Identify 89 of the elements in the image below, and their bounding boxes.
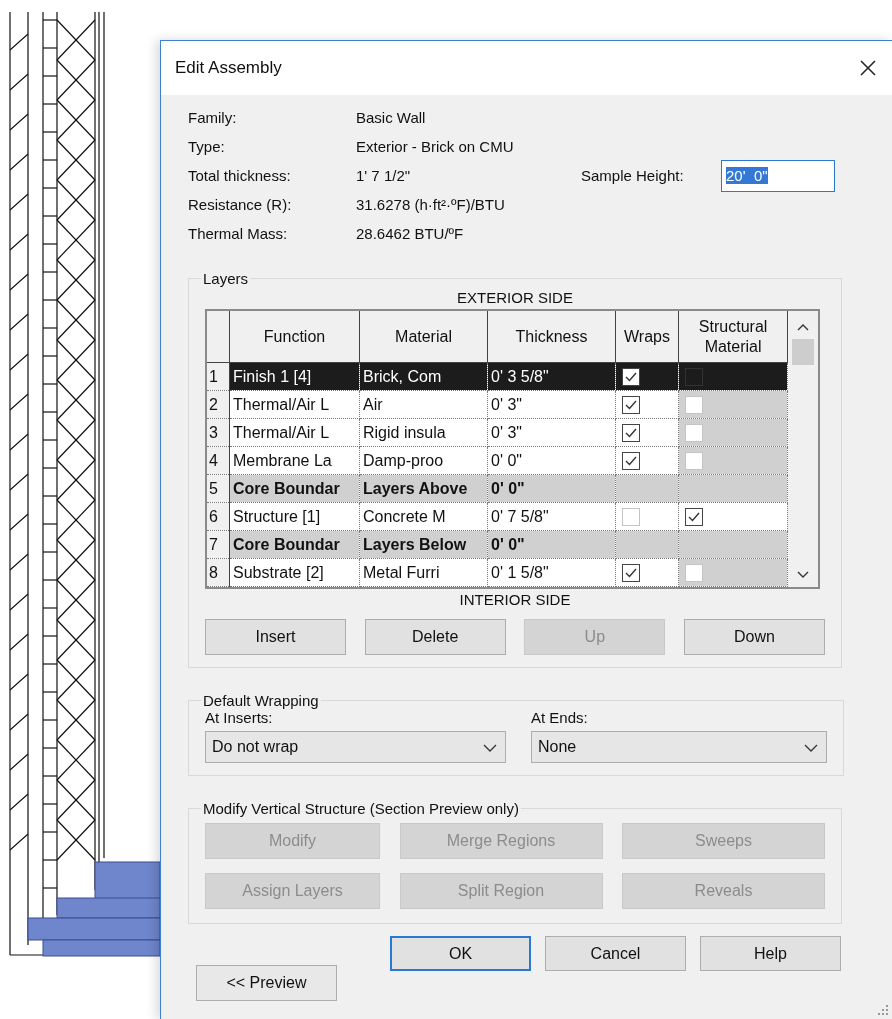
table-row[interactable]: 4 Membrane La Damp-proo 0' 0" <box>207 446 788 475</box>
table-row[interactable]: 8 Substrate [2] Metal Furri 0' 1 5/8" <box>207 558 788 587</box>
resize-grip-icon[interactable] <box>878 1005 888 1015</box>
info-label: Thermal Mass: <box>188 225 289 242</box>
info-value: 28.6462 BTU/ºF <box>356 225 465 242</box>
scrollbar-thumb[interactable] <box>792 339 815 365</box>
info-label: Type: <box>188 138 226 155</box>
row-number: 2 <box>207 390 230 419</box>
table-cell: 0' 3" <box>487 418 616 447</box>
table-row[interactable]: 2 Thermal/Air L Air 0' 3" <box>207 390 788 419</box>
info-value: Exterior - Brick on CMU <box>356 138 515 155</box>
dropdown-label: At Inserts: <box>205 709 274 728</box>
dialog-button[interactable]: OK <box>390 936 531 971</box>
column-header: Wraps <box>615 311 679 363</box>
chevron-up-icon[interactable] <box>797 323 810 331</box>
wraps-checkbox[interactable] <box>622 367 640 386</box>
table-cell: 0' 0" <box>487 446 616 475</box>
dropdown-label: At Ends: <box>531 709 589 728</box>
side-label: EXTERIOR SIDE <box>456 288 574 308</box>
table-row[interactable]: 6 Structure [1] Concrete M 0' 7 5/8" <box>207 502 788 531</box>
chevron-down-icon[interactable] <box>797 571 810 579</box>
table-row[interactable]: 7 Core Boundar Layers Below 0' 0" <box>207 530 788 559</box>
table-cell: Thermal/Air L <box>229 418 360 447</box>
table-cell: Metal Furri <box>359 558 488 587</box>
table-cell: Rigid insula <box>359 418 488 447</box>
dialog-button[interactable]: Cancel <box>545 936 686 971</box>
table-cell: Thermal/Air L <box>229 390 360 419</box>
chevron-down-icon <box>804 744 818 752</box>
row-number: 1 <box>207 362 230 391</box>
table-cell: Substrate [2] <box>229 558 360 587</box>
info-label: Family: <box>188 109 238 126</box>
table-cell: Brick, Com <box>359 362 488 391</box>
info-value: Basic Wall <box>356 109 427 126</box>
sample-height-field[interactable]: 20' 0" <box>721 159 835 192</box>
preview-button[interactable]: << Preview <box>196 965 337 1001</box>
structural-checkbox[interactable] <box>685 507 703 526</box>
wraps-checkbox[interactable] <box>622 395 640 414</box>
table-cell: 0' 1 5/8" <box>487 558 616 587</box>
side-label: INTERIOR SIDE <box>458 590 572 610</box>
sample-height-label: Sample Height: <box>581 167 685 184</box>
row-number: 7 <box>207 530 230 559</box>
table-cell: 0' 3" <box>487 390 616 419</box>
wraps-checkbox[interactable] <box>622 423 640 442</box>
table-row[interactable]: 1 Finish 1 [4] Brick, Com 0' 3 5/8" <box>207 362 788 391</box>
info-label: Total thickness: <box>188 167 292 184</box>
table-cell: Core Boundar <box>229 474 360 503</box>
table-row[interactable]: 5 Core Boundar Layers Above 0' 0" <box>207 474 788 503</box>
row-number: 4 <box>207 446 230 475</box>
column-header: Material <box>359 311 488 363</box>
info-value: 1' 7 1/2" <box>356 167 412 184</box>
layer-button[interactable]: Down <box>683 619 825 655</box>
table-cell: 0' 7 5/8" <box>487 502 616 531</box>
group-label: Default Wrapping <box>202 692 320 709</box>
dropdown[interactable]: None <box>531 731 827 763</box>
chevron-down-icon <box>483 744 497 752</box>
group-label: Modify Vertical Structure (Section Preview only) <box>202 800 520 817</box>
row-number: 6 <box>207 502 230 531</box>
table-cell: Air <box>359 390 488 419</box>
group-label: Layers <box>202 270 250 287</box>
table-cell: 0' 0" <box>487 474 616 503</box>
row-number: 3 <box>207 418 230 447</box>
table-cell: Core Boundar <box>229 530 360 559</box>
window-title: Edit Assembly <box>175 58 282 78</box>
table-cell: Layers Above <box>359 474 488 503</box>
column-header: Thickness <box>487 311 616 363</box>
layer-button[interactable]: Delete <box>364 619 506 655</box>
dialog-button[interactable]: Help <box>700 936 841 971</box>
table-cell: 0' 0" <box>487 530 616 559</box>
corner-header <box>207 311 230 363</box>
wraps-checkbox[interactable] <box>622 451 640 470</box>
dropdown[interactable]: Do not wrap <box>205 731 506 763</box>
table-cell: Membrane La <box>229 446 360 475</box>
info-label: Resistance (R): <box>188 196 293 213</box>
table-cell: Layers Below <box>359 530 488 559</box>
table-cell: Structure [1] <box>229 502 360 531</box>
info-value: 31.6278 (h·ft²·ºF)/BTU <box>356 196 506 213</box>
table-cell: Concrete M <box>359 502 488 531</box>
wraps-checkbox[interactable] <box>622 563 640 582</box>
table-cell: Damp-proo <box>359 446 488 475</box>
table-row[interactable]: 3 Thermal/Air L Rigid insula 0' 3" <box>207 418 788 447</box>
column-header: Structural Material <box>678 311 788 363</box>
row-number: 8 <box>207 558 230 587</box>
vertical-scrollbar[interactable] <box>788 311 818 587</box>
table-cell: 0' 3 5/8" <box>487 362 616 391</box>
column-header: Function <box>229 311 360 363</box>
layer-button[interactable]: Insert <box>205 619 346 655</box>
table-cell: Finish 1 [4] <box>229 362 360 391</box>
close-icon <box>860 60 876 76</box>
row-number: 5 <box>207 474 230 503</box>
